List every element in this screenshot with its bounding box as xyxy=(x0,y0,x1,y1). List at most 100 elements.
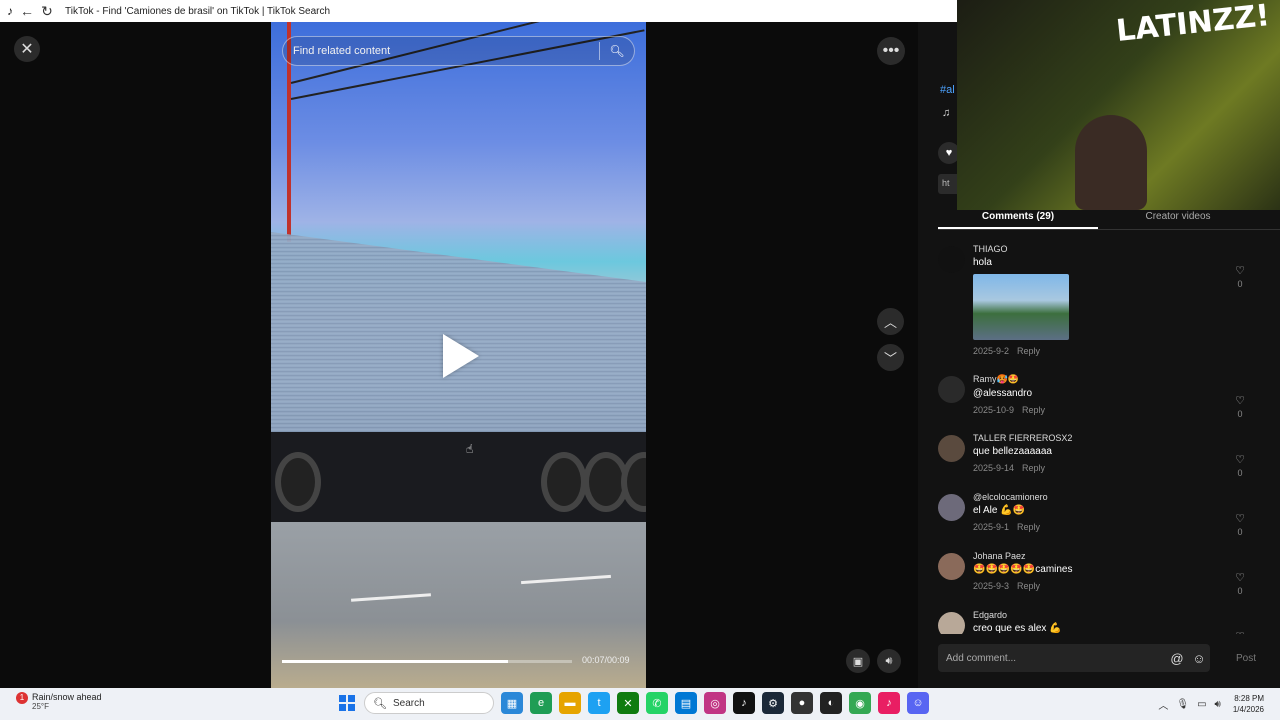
taskbar: 1 Rain/snow ahead 25°F 🔍︎ Search ▦ e ▬ t … xyxy=(0,688,1280,720)
network-icon[interactable]: ▭ xyxy=(1197,699,1206,710)
weather-alert-icon: 1 xyxy=(16,692,28,704)
truck-wheel xyxy=(275,452,321,512)
avatar[interactable] xyxy=(938,435,965,462)
avatar[interactable] xyxy=(938,494,965,521)
comment-image[interactable] xyxy=(973,274,1069,340)
comment-like-button[interactable]: ♡ 0 xyxy=(1232,571,1248,596)
add-comment-box[interactable]: @ ☺ xyxy=(938,644,1210,672)
app-icon[interactable]: ◐ xyxy=(820,692,842,714)
reply-button[interactable]: Reply xyxy=(1017,522,1040,532)
emoji-icon[interactable]: ☺ xyxy=(1188,651,1210,666)
task-view-icon[interactable]: ▦ xyxy=(501,692,523,714)
comment-username[interactable]: Edgardo xyxy=(973,610,1233,620)
instagram-icon[interactable]: ◎ xyxy=(704,692,726,714)
reply-button[interactable]: Reply xyxy=(1022,405,1045,415)
like-count: 0 xyxy=(1237,586,1243,596)
browser-titlebar: ♪ ← ↻ TikTok - Find 'Camiones de brasil'… xyxy=(0,0,957,22)
related-search-input[interactable] xyxy=(283,45,599,57)
comment-like-button[interactable]: ♡ 0 xyxy=(1232,264,1248,289)
taskbar-search[interactable]: 🔍︎ Search xyxy=(364,692,494,714)
edge-icon[interactable]: e xyxy=(530,692,552,714)
whatsapp-icon[interactable]: ✆ xyxy=(646,692,668,714)
more-dots-icon: ••• xyxy=(882,42,900,59)
heart-outline-icon: ♡ xyxy=(1232,630,1248,634)
store-icon[interactable]: ▤ xyxy=(675,692,697,714)
reply-button[interactable]: Reply xyxy=(1017,346,1040,356)
heart-outline-icon: ♡ xyxy=(1235,265,1245,277)
comment-like-button[interactable]: ♡ 0 xyxy=(1232,394,1248,419)
microphone-icon[interactable]: 🎙︎ xyxy=(1176,699,1189,710)
heart-outline-icon: ♡ xyxy=(1235,513,1245,525)
music-note-icon[interactable]: ♫ xyxy=(942,107,950,119)
steam-icon[interactable]: ⚙ xyxy=(762,692,784,714)
like-count: 0 xyxy=(1237,468,1243,478)
windows-start-icon[interactable] xyxy=(336,692,358,714)
weather-text: Rain/snow ahead xyxy=(32,692,102,702)
tab-comments[interactable]: Comments (29) xyxy=(938,208,1098,229)
obs-icon[interactable]: ● xyxy=(791,692,813,714)
comment-date: 2025-9-14 xyxy=(973,463,1015,473)
comment-input[interactable] xyxy=(946,652,1166,664)
comment-text: 🤩🤩🤩🤩🤩camines xyxy=(973,564,1073,575)
avatar[interactable] xyxy=(938,553,965,580)
search-icon[interactable]: 🔍︎ xyxy=(600,44,634,58)
more-options-button[interactable]: ••• xyxy=(877,37,905,65)
tab-creator-videos[interactable]: Creator videos xyxy=(1098,208,1258,229)
comment-text: que bellezaaaaaa xyxy=(973,446,1052,457)
panel-tabs: Comments (29) Creator videos xyxy=(938,208,1280,230)
reply-button[interactable]: Reply xyxy=(1017,581,1040,591)
post-button[interactable]: Post xyxy=(1236,653,1256,664)
mouse-cursor-icon: ☝︎ xyxy=(466,442,474,456)
video-player[interactable]: 🔍︎ 00:07/00:09 xyxy=(271,22,646,688)
heart-outline-icon: ♡ xyxy=(1235,395,1245,407)
comment-username[interactable]: Johana Paez xyxy=(973,551,1233,561)
comment-username[interactable]: @elcolocamionero xyxy=(973,492,1233,502)
search-icon: 🔍︎ xyxy=(373,697,387,710)
comments-list: THIAGO hola 2025-9-2 Reply ♡ 0 Ramy🥵🤩 @ale… xyxy=(938,244,1280,634)
comment-like-button[interactable]: ♡ xyxy=(1232,630,1248,634)
weather-widget[interactable]: 1 Rain/snow ahead 25°F xyxy=(16,692,102,711)
comment-like-button[interactable]: ♡ 0 xyxy=(1232,512,1248,537)
page-title: TikTok - Find 'Camiones de brasil' on Ti… xyxy=(65,5,331,17)
previous-video-button[interactable]: ︿ xyxy=(877,308,904,335)
heart-outline-icon: ♡ xyxy=(1235,572,1245,584)
comment-username[interactable]: TALLER FIERREROSX2 xyxy=(973,433,1233,443)
streamer-webcam: LATINZZ! xyxy=(957,0,1280,210)
back-arrow-icon[interactable]: ← xyxy=(17,3,37,19)
mini-player-button[interactable]: ▣ xyxy=(846,649,870,673)
avatar[interactable] xyxy=(938,376,965,403)
reply-button[interactable]: Reply xyxy=(1022,463,1045,473)
video-progress-bar[interactable] xyxy=(282,660,572,663)
avatar[interactable] xyxy=(938,612,965,634)
clock-date: 1/4/2026 xyxy=(1232,705,1264,714)
clock[interactable]: 8:28 PM 1/4/2026 xyxy=(1233,693,1264,715)
related-search-bar[interactable]: 🔍︎ xyxy=(282,36,635,66)
discord-icon[interactable]: ☺ xyxy=(907,692,929,714)
hashtag-link[interactable]: #al xyxy=(940,84,955,96)
weather-temp: 25°F xyxy=(32,702,49,711)
tiktok-app-icon[interactable]: ♪ xyxy=(733,692,755,714)
progress-fill xyxy=(282,660,509,663)
chrome-icon[interactable]: ◉ xyxy=(849,692,871,714)
xbox-icon[interactable]: ✕ xyxy=(617,692,639,714)
heart-outline-icon: ♡ xyxy=(1235,454,1245,466)
avatar[interactable] xyxy=(938,246,965,273)
close-button[interactable]: ✕ xyxy=(14,36,40,62)
comment-username[interactable]: THIAGO xyxy=(973,244,1233,254)
mention-icon[interactable]: @ xyxy=(1166,651,1188,666)
wall-logo: LATINZZ! xyxy=(1114,0,1272,49)
comment-like-button[interactable]: ♡ 0 xyxy=(1232,453,1248,478)
tiktok-live-icon[interactable]: ♪ xyxy=(878,692,900,714)
chevron-down-icon: ﹀ xyxy=(883,351,897,366)
truck-trailer xyxy=(271,232,646,432)
chevron-up-icon[interactable]: ︿ xyxy=(1158,697,1168,712)
reload-icon[interactable]: ↻ xyxy=(37,3,57,20)
streamer xyxy=(1075,115,1147,210)
volume-icon[interactable]: 🔊︎ xyxy=(1215,699,1221,710)
play-icon[interactable] xyxy=(443,334,479,378)
twitter-icon[interactable]: t xyxy=(588,692,610,714)
next-video-button[interactable]: ﹀ xyxy=(877,344,904,371)
volume-button[interactable]: 🔊︎ xyxy=(877,649,901,673)
file-explorer-icon[interactable]: ▬ xyxy=(559,692,581,714)
comment-username[interactable]: Ramy🥵🤩 xyxy=(973,374,1233,385)
